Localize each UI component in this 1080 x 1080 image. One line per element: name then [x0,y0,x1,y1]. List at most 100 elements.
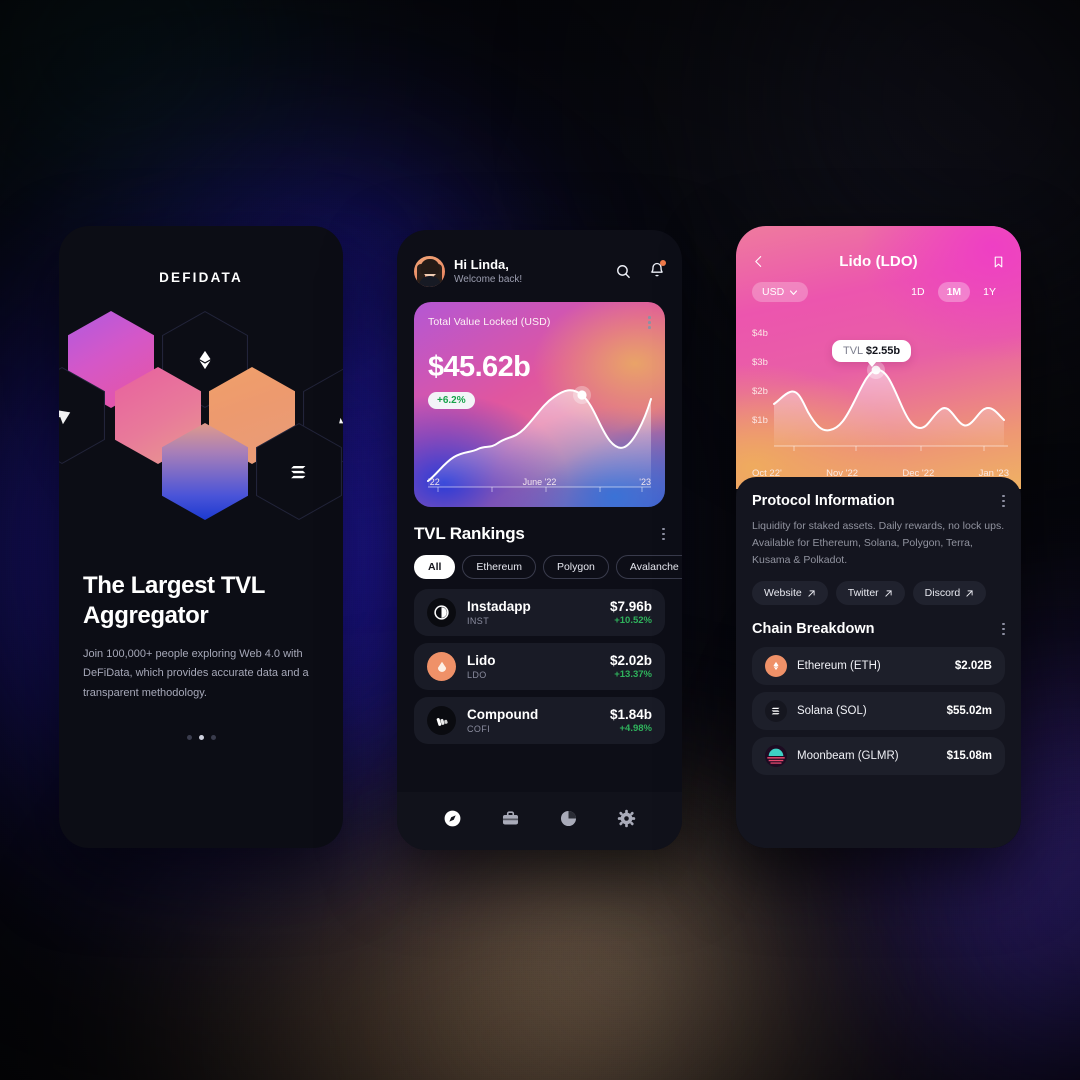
protocol-info-title: Protocol Information [752,493,895,509]
chevron-down-icon [790,289,798,295]
list-item[interactable]: Ethereum (ETH) $2.02B [752,647,1005,685]
currency-selector[interactable]: USD [752,282,809,302]
solana-icon [765,700,787,722]
xtick-1: June '22 [522,477,557,487]
chain-name: Solana (SOL) [797,705,867,717]
solana-icon [291,465,306,478]
tron-icon [59,409,71,424]
search-icon[interactable] [615,263,632,280]
chart-yaxis-labels: $4b $3b $2b $1b [752,328,768,426]
external-link-icon [885,589,892,597]
welcome-text: Welcome back! [454,273,523,285]
xtick-2: '23 [639,477,651,487]
chart-xaxis-labels: Oct 22' Nov '22 Dec '22 Jan '23 [752,468,1009,479]
list-item[interactable]: Solana (SOL) $55.02m [752,692,1005,730]
protocol-symbol: LDO [467,669,487,680]
dashboard-header: Hi Linda, Welcome back! [414,256,666,287]
chain-breakdown-list: Ethereum (ETH) $2.02B Solana (SOL) $55.0… [752,647,1005,775]
protocol-links: Website Twitter Discord [752,581,1005,605]
xtick-oct: Oct 22' [752,468,782,479]
tvl-chart-xaxis: '22 June '22 '23 [428,477,651,487]
rankings-title: TVL Rankings [414,524,525,543]
range-1y[interactable]: 1Y [974,282,1005,302]
protocol-name: Lido [467,653,496,669]
chevron-left-icon[interactable] [752,253,765,270]
tvl-value: $45.62b [428,350,531,383]
carousel-pagination[interactable] [59,735,343,741]
page-subtitle: Join 100,000+ people exploring Web 4.0 w… [83,647,309,699]
filter-chip-all[interactable]: All [414,555,456,579]
protocol-hero: Lido (LDO) USD 1D 1M 1Y $4b $3b $2b $1b [736,226,1021,489]
chain-value: $2.02B [954,660,992,672]
time-range-selector[interactable]: 1D 1M 1Y [902,282,1005,302]
table-row[interactable]: Lido LDO $2.02b +13.37% [414,643,665,690]
compound-icon [427,706,456,735]
page-title: The Largest TVL Aggregator [83,572,265,629]
xtick-jan: Jan '23 [978,468,1009,479]
phone-dashboard: Hi Linda, Welcome back! Total Value Lock… [397,230,682,850]
list-item[interactable]: Moonbeam (GLMR) $15.08m [752,737,1005,775]
protocol-symbol: COFI [467,723,491,734]
filter-chip-polygon[interactable]: Polygon [542,555,609,579]
currency-label: USD [762,286,785,298]
protocol-value: $2.02b [609,652,652,668]
pagination-dot-1[interactable] [186,735,192,741]
link-discord[interactable]: Discord [912,581,987,605]
bottom-navigation [397,792,682,850]
protocol-name: Instadapp [467,599,531,615]
chain-name: Ethereum (ETH) [797,660,881,672]
ytick-2b: $2b [752,386,768,397]
chain-breakdown-menu-icon[interactable] [1002,622,1005,636]
chain-filter-chips[interactable]: All Ethereum Polygon Avalanche T [397,544,682,579]
link-website[interactable]: Website [752,581,828,605]
pagination-dot-3[interactable] [210,735,216,741]
chain-value: $55.02m [946,705,992,717]
chain-value: $15.08m [946,750,992,762]
table-row[interactable]: Instadapp INST $7.96b +10.52% [414,589,665,636]
protocol-change: +13.37% [614,669,652,681]
chain-breakdown-title: Chain Breakdown [752,621,875,637]
notification-bell[interactable] [649,259,666,283]
protocol-info-menu-icon[interactable] [1002,494,1005,508]
ethereum-icon [199,350,211,369]
page-title: Lido (LDO) [839,253,918,270]
tvl-card-menu-icon[interactable] [648,316,651,329]
range-1d[interactable]: 1D [902,282,933,302]
bookmark-icon[interactable] [992,254,1005,270]
external-link-icon [808,589,815,597]
filter-chip-ethereum[interactable]: Ethereum [462,555,536,579]
link-twitter-label: Twitter [847,587,879,599]
xtick-dec: Dec '22 [902,468,935,479]
nav-item-portfolio[interactable] [501,809,520,833]
protocol-value: $7.96b [609,598,652,614]
nav-item-stats[interactable] [559,809,578,833]
protocol-value: $1.84b [609,706,652,722]
chain-name: Moonbeam (GLMR) [797,750,899,762]
greeting-text: Hi Linda, [454,256,509,272]
notification-badge [660,259,666,266]
arbitrum-icon [339,417,343,423]
external-link-icon [966,589,973,597]
instadapp-icon [427,598,456,627]
ytick-4b: $4b [752,328,768,339]
tvl-card-label: Total Value Locked (USD) [428,316,551,328]
nav-item-settings[interactable] [617,809,636,833]
range-1m[interactable]: 1M [937,282,971,302]
protocol-detail-body: Protocol Information Liquidity for stake… [736,477,1021,848]
link-twitter[interactable]: Twitter [835,581,905,605]
table-row[interactable]: Compound COFI $1.84b +4.98% [414,697,665,744]
chart-highlight-point [577,390,587,400]
tvl-summary-card[interactable]: Total Value Locked (USD) $45.62b +6.2% '… [414,302,665,507]
protocol-change: +10.52% [614,615,652,627]
nav-item-explore[interactable] [443,809,462,833]
ytick-1b: $1b [752,415,768,426]
tooltip-value: $2.55b [865,345,901,357]
rankings-menu-icon[interactable] [662,527,665,541]
briefcase-icon [502,811,518,825]
link-website-label: Website [764,587,802,599]
pie-chart-icon [561,810,577,827]
filter-chip-avalanche[interactable]: Avalanche [615,555,682,579]
avatar[interactable] [414,256,445,287]
pagination-dot-2[interactable] [198,735,204,741]
protocol-description: Liquidity for staked assets. Daily rewar… [752,520,1005,566]
